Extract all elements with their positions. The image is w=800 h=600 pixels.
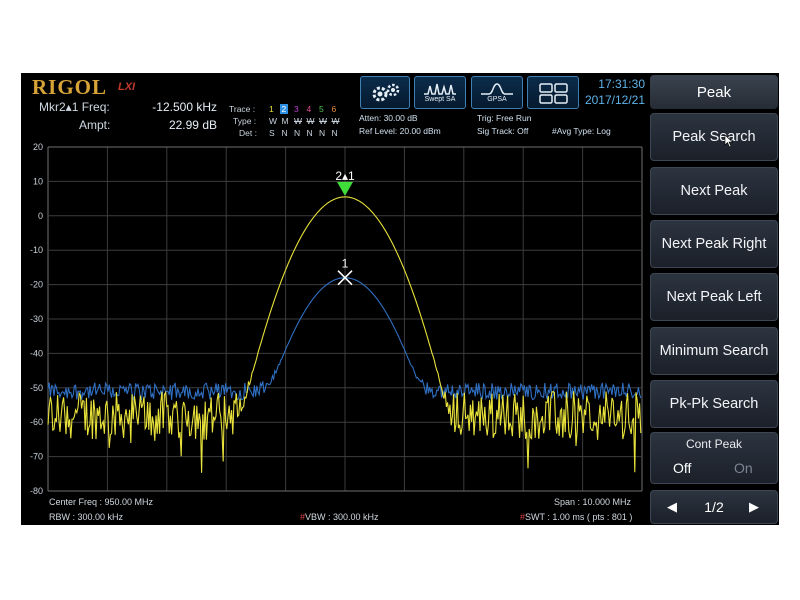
menu-pager: ◀ 1/2 ▶ xyxy=(650,490,778,524)
span: Span : 10.000 MHz xyxy=(554,497,632,507)
trace-type: W xyxy=(319,116,328,126)
marker-freq-label: Mkr2▴1 Freq: xyxy=(39,100,110,114)
next-page-icon[interactable]: ▶ xyxy=(749,499,759,515)
trace-2-line xyxy=(47,277,642,402)
y-tick-label: -20 xyxy=(30,280,43,290)
plot-grid xyxy=(47,146,643,492)
trace-type: W xyxy=(331,116,340,126)
trace-number[interactable]: 1 xyxy=(269,104,274,114)
next-peak-right-button[interactable]: Next Peak Right xyxy=(650,220,778,268)
trace-detector: N xyxy=(319,128,326,138)
clock-date: 2017/12/21 xyxy=(584,93,645,107)
spectrum-icon xyxy=(424,83,456,95)
trace-detector: N xyxy=(331,128,338,138)
trig: Trig: Free Run xyxy=(477,113,532,123)
swept-sa-label: Swept SA xyxy=(424,96,456,103)
trace-detector: N xyxy=(281,128,288,138)
y-tick-label: 10 xyxy=(33,176,43,186)
trace-type: W xyxy=(269,116,278,126)
sig-track: Sig Track: Off xyxy=(477,126,529,136)
trace-number[interactable]: 5 xyxy=(319,104,324,114)
marker-1-label: 1 xyxy=(342,257,349,271)
marker-freq-value: -12.500 kHz xyxy=(152,100,217,114)
y-tick-label: 20 xyxy=(33,142,43,152)
gpsa-button[interactable]: GPSA xyxy=(471,76,523,109)
clock-time: 17:31:30 xyxy=(598,77,645,91)
cont-peak-toggle[interactable]: Cont Peak Off On xyxy=(650,432,778,484)
ampt-value: 22.99 dB xyxy=(168,118,217,132)
y-tick-label: -70 xyxy=(30,452,43,462)
trace-number[interactable]: 4 xyxy=(307,104,312,114)
gpsa-label: GPSA xyxy=(487,96,507,103)
ampt-label: Ampt: xyxy=(79,118,111,132)
trace-number[interactable]: 2 xyxy=(279,104,289,114)
trace-label: Trace : xyxy=(229,104,256,114)
trace-detector: N xyxy=(306,128,313,138)
rigol-logo: RIGOL xyxy=(32,75,108,99)
grid-layout-icon xyxy=(539,82,568,104)
next-peak-left-button[interactable]: Next Peak Left xyxy=(650,273,778,321)
trace-detector: S xyxy=(269,128,275,138)
y-tick-label: -80 xyxy=(30,486,43,495)
y-tick-label: -40 xyxy=(30,348,43,358)
settings-button[interactable] xyxy=(360,76,410,109)
y-tick-label: -60 xyxy=(30,417,43,427)
cont-peak-label: Cont Peak xyxy=(685,437,743,451)
trace-type: M xyxy=(281,116,289,126)
center-freq: Center Freq : 950.00 MHz xyxy=(49,497,154,507)
atten: Atten: 30.00 dB xyxy=(359,113,418,123)
minimum-search-button[interactable]: Minimum Search xyxy=(650,327,778,375)
swept-sa-button[interactable]: Swept SA xyxy=(414,76,466,109)
ref-level: Ref Level: 20.00 dBm xyxy=(359,126,441,136)
swt: #SWT : 1.00 ms ( pts : 801 ) xyxy=(520,512,632,522)
y-axis-ticks: 20 10 0 -10 -20 -30 -40 -50 -60 -70 -80 xyxy=(30,142,43,495)
type-label: Type : xyxy=(233,116,257,126)
layout-button[interactable] xyxy=(527,76,579,109)
y-tick-label: -10 xyxy=(30,245,43,255)
trace-type: W xyxy=(294,116,303,126)
trace-type: W xyxy=(306,116,315,126)
trace-number[interactable]: 6 xyxy=(332,104,337,114)
y-tick-label: 0 xyxy=(38,211,43,221)
det-label: Det : xyxy=(239,128,257,138)
mouse-cursor-icon xyxy=(724,134,734,148)
peak-search-button[interactable]: Peak Search xyxy=(650,113,778,161)
trace-1-line xyxy=(47,196,642,473)
y-tick-label: -50 xyxy=(30,383,43,393)
analyzer-screen: RIGOL LXI Mkr2▴1 Freq: -12.500 kHz Ampt:… xyxy=(21,73,779,525)
vbw: #VBW : 300.00 kHz xyxy=(300,512,379,522)
rbw: RBW : 300.00 kHz xyxy=(49,512,124,522)
lxi-logo: LXI xyxy=(118,81,136,93)
avg-type: #Avg Type: Log xyxy=(552,126,611,136)
menu-title: Peak xyxy=(650,75,778,109)
next-peak-button[interactable]: Next Peak xyxy=(650,167,778,215)
cont-peak-off[interactable]: Off xyxy=(673,460,691,476)
trace-detector: N xyxy=(294,128,301,138)
trace-number[interactable]: 3 xyxy=(294,104,299,114)
y-tick-label: -30 xyxy=(30,314,43,324)
spectrum-plot[interactable]: 20 10 0 -10 -20 -30 -40 -50 -60 -70 -80 2▴1 1 xyxy=(21,141,650,495)
gear-icon xyxy=(372,83,400,101)
swt-text: SWT : 1.00 ms ( pts : 801 ) xyxy=(525,512,633,522)
vbw-text: VBW : 300.00 kHz xyxy=(305,512,379,522)
cont-peak-on[interactable]: On xyxy=(734,460,753,476)
pk-pk-search-button[interactable]: Pk-Pk Search xyxy=(650,380,778,428)
marker-2-label: 2▴1 xyxy=(335,169,355,183)
peak-curve-icon xyxy=(481,83,513,95)
marker-2-triangle xyxy=(337,181,353,196)
